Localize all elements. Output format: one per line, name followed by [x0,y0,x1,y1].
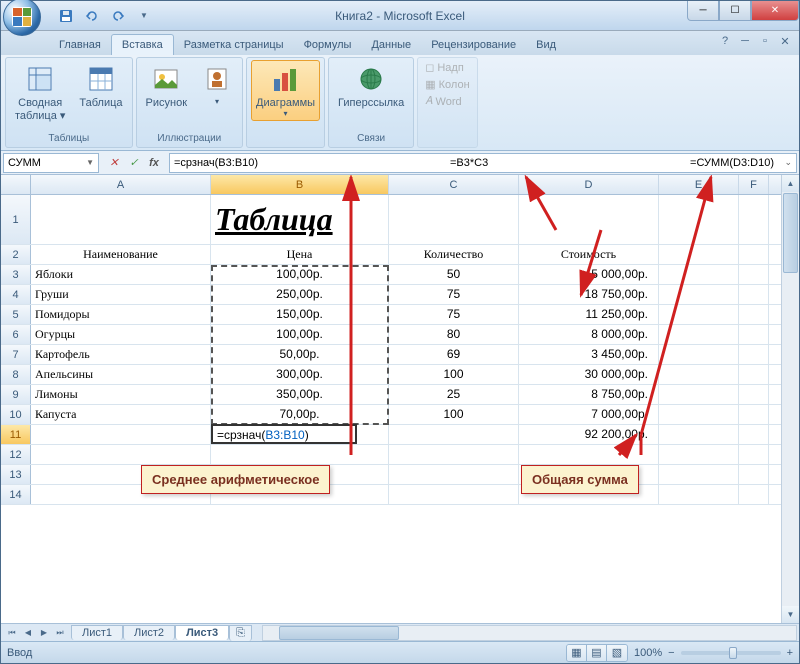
minimize-button[interactable]: ─ [687,1,719,21]
hyperlink-button[interactable]: Гиперссылка [333,60,409,112]
minimize-ribbon-icon[interactable]: ─ [737,33,753,49]
group-text: ◻Надп ▦Колон 𝐴Word [417,57,477,148]
tab-home[interactable]: Главная [49,35,111,55]
column-headers: A B C D E F [1,175,781,195]
window-controls: ─ ☐ ✕ [687,1,799,21]
select-all-corner[interactable] [1,175,31,194]
sheet-tabs-row: ⏮ ◀ ▶ ⏭ Лист1 Лист2 Лист3 ⎘ [1,623,799,641]
first-sheet-icon[interactable]: ⏮ [5,626,19,640]
doc-close-icon[interactable]: ✕ [777,33,793,49]
name-box[interactable]: СУММ▼ [3,153,99,173]
chart-icon [270,63,302,95]
next-sheet-icon[interactable]: ▶ [37,626,51,640]
row-header-1[interactable]: 1 [1,195,31,244]
window-title: Книга2 - Microsoft Excel [335,9,465,23]
group-links: Гиперссылка Связи [328,57,414,148]
redo-icon[interactable] [107,5,129,27]
qat-dropdown-icon[interactable]: ▼ [133,5,155,27]
header-icon: ▦ [425,78,435,91]
callout-average: Среднее арифметическое [141,465,330,494]
expand-formula-icon[interactable]: ⌄ [784,157,792,168]
textbox-icon: ◻ [425,61,434,74]
doc-fullscreen-icon[interactable]: ▫ [757,33,773,49]
table-title[interactable]: Таблица [211,195,389,244]
zoom-slider[interactable] [681,651,781,655]
col-header-f[interactable]: F [739,175,769,194]
status-mode: Ввод [7,647,32,659]
worksheet-area: A B C D E F 1 Таблица 2 Наименование Цен… [1,175,799,641]
group-illustrations: Рисунок ▾ Иллюстрации [136,57,244,148]
picture-button[interactable]: Рисунок [141,60,193,112]
status-bar: Ввод ▦ ▤ ▧ 100% − + [1,641,799,663]
excel-window: ▼ Книга2 - Microsoft Excel ─ ☐ ✕ Главная… [0,0,800,664]
zoom-in-icon[interactable]: + [787,647,793,659]
tab-insert[interactable]: Вставка [111,34,174,55]
accept-formula-icon[interactable]: ✓ [125,154,143,172]
textbox-item[interactable]: ◻Надп [422,60,472,75]
office-button[interactable] [3,0,41,36]
prev-sheet-icon[interactable]: ◀ [21,626,35,640]
zoom-out-icon[interactable]: − [668,647,674,659]
tab-formulas[interactable]: Формулы [294,35,362,55]
col-header-d[interactable]: D [519,175,659,194]
clipart-icon [201,63,233,95]
fx-icon[interactable]: fx [145,154,163,172]
vertical-scrollbar[interactable]: ▲ ▼ [781,175,799,623]
scroll-up-icon[interactable]: ▲ [782,175,799,192]
col-header-b[interactable]: B [211,175,389,194]
titlebar: ▼ Книга2 - Microsoft Excel ─ ☐ ✕ [1,1,799,31]
wordart-icon: 𝐴 [425,95,432,108]
col-header-c[interactable]: C [389,175,519,194]
ribbon: Сводная таблица ▾ Таблица Таблицы Рисуно… [1,55,799,151]
new-sheet-icon[interactable]: ⎘ [229,625,252,641]
wordart-item[interactable]: 𝐴Word [422,94,472,109]
scroll-thumb[interactable] [783,193,798,273]
zoom-level[interactable]: 100% [634,647,662,659]
tab-view[interactable]: Вид [526,35,566,55]
grid-rows: 1 Таблица 2 Наименование Цена Количество… [1,195,781,623]
sheet-tab-3[interactable]: Лист3 [175,625,229,640]
scroll-down-icon[interactable]: ▼ [782,606,799,623]
page-break-view-icon[interactable]: ▧ [607,645,627,661]
sheet-tab-1[interactable]: Лист1 [71,625,123,640]
table-button[interactable]: Таблица [74,60,127,112]
undo-icon[interactable] [81,5,103,27]
table-icon [85,63,117,95]
col-header-e[interactable]: E [659,175,739,194]
hyperlink-icon [355,63,387,95]
ribbon-tabs: Главная Вставка Разметка страницы Формул… [1,31,799,55]
formula-input[interactable]: =срзнач(B3:B10) =B3*C3 =СУММ(D3:D10) ⌄ [169,153,797,173]
tab-page-layout[interactable]: Разметка страницы [174,35,294,55]
chevron-down-icon[interactable]: ▼ [86,158,94,167]
pivot-table-button[interactable]: Сводная таблица ▾ [10,60,70,125]
tab-data[interactable]: Данные [361,35,421,55]
close-button[interactable]: ✕ [751,1,799,21]
header-footer-item[interactable]: ▦Колон [422,77,472,92]
pivot-table-icon [24,63,56,95]
callout-sum: Общаяя сумма [521,465,639,494]
cancel-formula-icon[interactable]: ✕ [105,154,123,172]
view-buttons: ▦ ▤ ▧ [566,644,628,662]
row-header-2[interactable]: 2 [1,245,31,264]
clipart-button[interactable]: ▾ [196,60,238,109]
quick-access-toolbar: ▼ [49,5,155,27]
last-sheet-icon[interactable]: ⏭ [53,626,67,640]
horizontal-scrollbar[interactable] [262,625,797,641]
formula-bar: СУММ▼ ✕ ✓ fx =срзнач(B3:B10) =B3*C3 =СУМ… [1,151,799,175]
sheet-nav: ⏮ ◀ ▶ ⏭ [1,626,71,640]
save-icon[interactable] [55,5,77,27]
normal-view-icon[interactable]: ▦ [567,645,587,661]
sheet-tab-2[interactable]: Лист2 [123,625,175,640]
help-icon[interactable]: ? [717,33,733,49]
picture-icon [150,63,182,95]
col-header-a[interactable]: A [31,175,211,194]
page-layout-view-icon[interactable]: ▤ [587,645,607,661]
group-charts: Диаграммы ▾ [246,57,325,148]
tab-review[interactable]: Рецензирование [421,35,526,55]
group-tables: Сводная таблица ▾ Таблица Таблицы [5,57,133,148]
charts-button[interactable]: Диаграммы ▾ [251,60,320,121]
maximize-button[interactable]: ☐ [719,1,751,21]
